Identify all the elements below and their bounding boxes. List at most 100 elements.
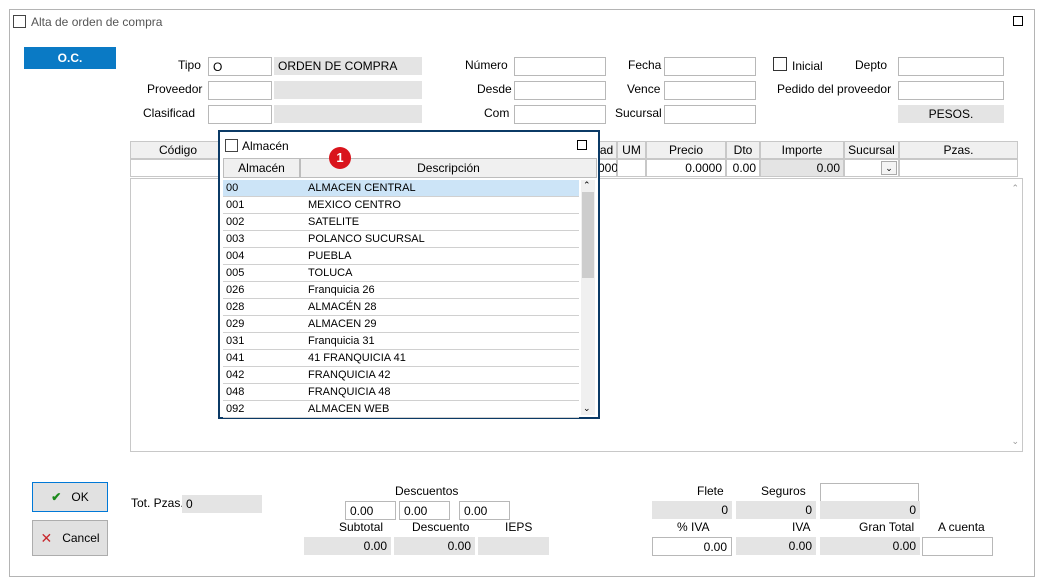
popup-list-item[interactable]: 003 POLANCO SUCURSAL	[223, 231, 579, 248]
descuento-3-input[interactable]: 0.00	[459, 501, 510, 520]
popup-list-item[interactable]: 048 FRANQUICIA 48	[223, 384, 579, 401]
numero-input[interactable]	[514, 57, 606, 76]
scroll-up-icon[interactable]: ⌃	[1011, 183, 1019, 194]
almacen-code: 048	[226, 386, 245, 398]
com-label: Com	[484, 106, 510, 120]
sucursal-input[interactable]	[664, 105, 756, 124]
popup-list-item[interactable]: 028 ALMACÉN 28	[223, 299, 579, 316]
popup-list-item[interactable]: 041 41 FRANQUICIA 41	[223, 350, 579, 367]
popup-scrollbar[interactable]: ⌃ ⌄	[581, 180, 595, 415]
inicial-label: Inicial	[792, 59, 823, 73]
almacen-description: Franquicia 31	[308, 335, 375, 347]
clasificad-label: Clasificad	[143, 106, 196, 120]
acuenta-input[interactable]	[922, 537, 993, 556]
descuento-2-input[interactable]: 0.00	[399, 501, 450, 520]
numero-label: Número	[465, 58, 508, 72]
tipo-label: Tipo	[178, 58, 201, 72]
grantotal-value: 0.00	[820, 537, 920, 555]
pedido-input[interactable]	[898, 81, 1004, 100]
fecha-input[interactable]	[664, 57, 756, 76]
scroll-down-icon[interactable]: ⌄	[583, 403, 591, 414]
almacen-description: ALMACÉN 28	[308, 301, 377, 313]
row-precio-input[interactable]: 0.0000	[646, 159, 726, 177]
almacen-description: POLANCO SUCURSAL	[308, 233, 425, 245]
window-title: Alta de orden de compra	[31, 15, 163, 29]
ok-label: OK	[71, 490, 89, 504]
seguros-value: 0	[736, 501, 816, 519]
almacen-description: TOLUCA	[308, 267, 353, 279]
depto-label: Depto	[855, 58, 888, 72]
iva-value: 0.00	[736, 537, 816, 555]
popup-list-item[interactable]: 031 Franquicia 31	[223, 333, 579, 350]
scroll-down-icon[interactable]: ⌄	[1011, 436, 1019, 447]
cancel-button[interactable]: ✕ Cancel	[32, 520, 108, 556]
totpzas-label: Tot. Pzas.	[131, 496, 184, 510]
flete-label: Flete	[697, 484, 724, 498]
almacen-description: 41 FRANQUICIA 41	[308, 352, 406, 364]
subtotal-value: 0.00	[304, 537, 391, 555]
row-sucursal-select[interactable]: ⌄	[844, 159, 899, 177]
row-codigo-input[interactable]	[130, 159, 226, 177]
popup-list-item[interactable]: 001 MEXICO CENTRO	[223, 197, 579, 214]
almacen-description: MEXICO CENTRO	[308, 199, 401, 211]
fecha-label: Fecha	[628, 58, 662, 72]
iva-label: IVA	[792, 520, 811, 534]
vence-label: Vence	[627, 82, 661, 96]
almacen-description: SATELITE	[308, 216, 360, 228]
almacen-code: 00	[226, 182, 239, 194]
almacen-code: 029	[226, 318, 245, 330]
proveedor-name	[274, 81, 422, 99]
scroll-thumb[interactable]	[582, 192, 594, 278]
almacen-code: 001	[226, 199, 245, 211]
tipo-code-input[interactable]: O	[208, 57, 272, 76]
piva-input[interactable]: 0.00	[652, 537, 732, 556]
popup-list-item[interactable]: 026 Franquicia 26	[223, 282, 579, 299]
sucursal-label: Sucursal	[615, 106, 662, 120]
seguros-input[interactable]	[820, 483, 919, 502]
almacen-code: 028	[226, 301, 245, 313]
popup-col-almacen[interactable]: Almacén	[223, 158, 300, 178]
flete-value: 0	[652, 501, 732, 519]
other-value: 0	[820, 501, 920, 519]
inicial-checkbox[interactable]	[773, 57, 787, 71]
com-input[interactable]	[514, 105, 606, 124]
popup-maximize-icon[interactable]	[577, 140, 587, 150]
maximize-icon[interactable]	[1013, 16, 1023, 26]
window-icon	[13, 15, 26, 28]
almacen-description: FRANQUICIA 42	[308, 369, 391, 381]
desde-input[interactable]	[514, 81, 606, 100]
popup-list-item[interactable]: 092 ALMACEN WEB	[223, 401, 579, 418]
scroll-up-icon[interactable]: ⌃	[583, 180, 591, 191]
row-um-input[interactable]	[617, 159, 646, 177]
acuenta-label: A cuenta	[938, 520, 985, 534]
popup-list-item[interactable]: 00 ALMACEN CENTRAL	[223, 180, 579, 197]
descuento-label: Descuento	[412, 520, 470, 534]
clasificad-input[interactable]	[208, 105, 272, 124]
tab-oc[interactable]: O.C.	[24, 47, 116, 69]
popup-list-item[interactable]: 002 SATELITE	[223, 214, 579, 231]
popup-list-item[interactable]: 042 FRANQUICIA 42	[223, 367, 579, 384]
ok-button[interactable]: ✔ OK	[32, 482, 108, 512]
proveedor-input[interactable]	[208, 81, 272, 100]
almacen-code: 042	[226, 369, 245, 381]
almacen-code: 003	[226, 233, 245, 245]
almacen-description: ALMACEN CENTRAL	[308, 182, 416, 194]
popup-list-item[interactable]: 029 ALMACEN 29	[223, 316, 579, 333]
chevron-down-icon[interactable]: ⌄	[881, 161, 897, 175]
seguros-label: Seguros	[761, 484, 806, 498]
col-pzas: Pzas.	[899, 141, 1018, 159]
col-codigo: Código	[130, 141, 226, 159]
popup-list-item[interactable]: 005 TOLUCA	[223, 265, 579, 282]
almacen-description: FRANQUICIA 48	[308, 386, 391, 398]
depto-input[interactable]	[898, 57, 1004, 76]
almacen-code: 005	[226, 267, 245, 279]
almacen-description: Franquicia 26	[308, 284, 375, 296]
col-precio: Precio	[646, 141, 726, 159]
descuento-1-input[interactable]: 0.00	[345, 501, 396, 520]
col-importe: Importe	[760, 141, 844, 159]
vence-input[interactable]	[664, 81, 756, 100]
popup-list-item[interactable]: 004 PUEBLA	[223, 248, 579, 265]
row-dto-input[interactable]: 0.00	[726, 159, 760, 177]
row-pzas-input[interactable]	[899, 159, 1018, 177]
almacen-code: 026	[226, 284, 245, 296]
